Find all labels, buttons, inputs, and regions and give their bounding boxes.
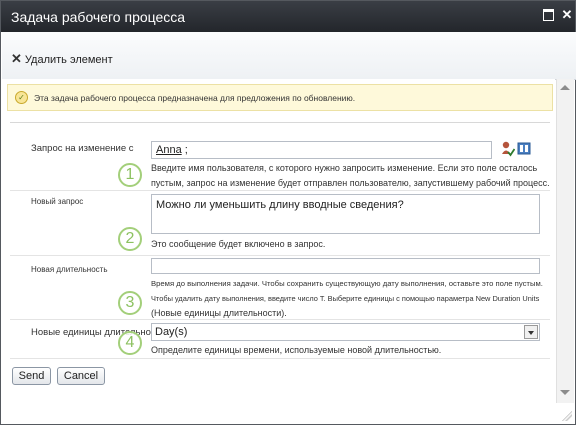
resize-grip-icon[interactable] [562, 411, 572, 421]
new-duration-input[interactable] [151, 258, 540, 274]
workflow-task-dialog: Задача рабочего процесса ✕ ✕ Удалить элем… [0, 0, 576, 425]
info-bar: ✓ Эта задача рабочего процесса предназна… [7, 84, 553, 111]
cancel-button[interactable]: Cancel [57, 367, 105, 385]
new-duration-units-help: Определите единицы времени, используемые… [151, 345, 442, 355]
scroll-down-icon[interactable] [560, 390, 570, 395]
chevron-down-icon[interactable] [524, 325, 538, 339]
callout-4: 4 [118, 331, 142, 355]
vertical-scrollbar[interactable] [556, 79, 574, 403]
check-names-icon[interactable] [501, 141, 515, 157]
title-bar: Задача рабочего процесса ✕ [1, 1, 575, 32]
delete-item-button[interactable]: ✕ Удалить элемент [11, 51, 113, 67]
row-separator [10, 358, 550, 359]
browse-address-book-icon[interactable] [517, 142, 531, 155]
row-separator [10, 190, 550, 191]
new-request-value: Можно ли уменьшить длину вводные сведени… [156, 199, 404, 211]
callout-3: 3 [118, 291, 142, 315]
info-message: Эта задача рабочего процесса предназначе… [34, 93, 356, 103]
row-separator [10, 255, 550, 256]
new-duration-help: Время до выполнения задачи. Чтобы сохран… [151, 279, 543, 318]
maximize-icon[interactable] [539, 6, 557, 24]
new-duration-units-label: Новые единицы длительности [31, 327, 166, 338]
new-duration-label: Новая длительность [31, 265, 108, 274]
new-duration-units-select[interactable]: Day(s) [151, 323, 540, 341]
scroll-up-icon[interactable] [560, 85, 570, 90]
close-icon[interactable]: ✕ [558, 6, 576, 24]
info-check-icon: ✓ [15, 91, 28, 104]
new-request-help: Это сообщение будет включено в запрос. [151, 239, 326, 249]
request-from-label: Запрос на изменение с [31, 143, 134, 154]
callout-1: 1 [118, 163, 142, 187]
request-from-value[interactable]: Anna [156, 144, 182, 156]
delete-icon: ✕ [11, 51, 22, 66]
dialog-title: Задача рабочего процесса [11, 9, 186, 25]
row-separator [10, 319, 550, 320]
delete-item-label: Удалить элемент [24, 54, 113, 66]
send-button[interactable]: Send [12, 367, 51, 385]
request-from-people-picker[interactable]: Anna ; [151, 141, 492, 159]
callout-2: 2 [118, 227, 142, 251]
new-request-label: Новый запрос [31, 197, 84, 206]
new-request-textarea[interactable]: Можно ли уменьшить длину вводные сведени… [151, 194, 540, 234]
new-duration-units-value: Day(s) [155, 326, 188, 338]
request-from-help: Введите имя пользователя, с которого нуж… [151, 163, 550, 188]
